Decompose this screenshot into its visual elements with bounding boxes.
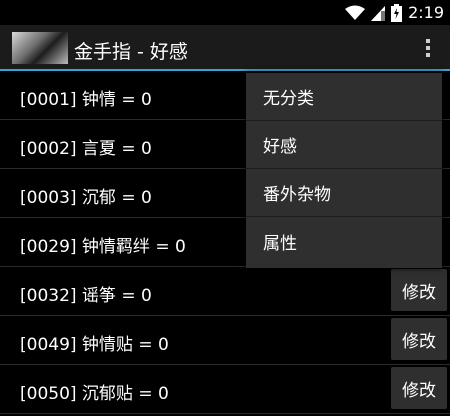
list-item[interactable]: [0032] 谣筝 = 0 修改 [0,267,450,316]
list-item[interactable]: [0049] 钟情贴 = 0 修改 [0,316,450,365]
menu-item-affection[interactable]: 好感 [246,121,442,169]
list-item-label: [0001] 钟情 = 0 [20,90,152,110]
overflow-menu-button[interactable] [418,34,438,62]
modify-button[interactable]: 修改 [391,318,447,360]
menu-item-extras[interactable]: 番外杂物 [246,169,442,217]
list-item-label: [0032] 谣筝 = 0 [20,286,152,306]
menu-item-attributes[interactable]: 属性 [246,217,442,265]
modify-button[interactable]: 修改 [391,367,447,409]
overflow-dot-icon [426,39,430,43]
category-popup-menu: 无分类 好感 番外杂物 属性 [246,73,442,268]
list-item-label: [0002] 言夏 = 0 [20,139,152,159]
page-title: 金手指 - 好感 [74,41,188,63]
status-icons: 2:19 [345,0,450,25]
list-item-label: [0049] 钟情贴 = 0 [20,335,169,355]
signal-icon [371,5,386,21]
wifi-icon [345,5,366,20]
overflow-dot-icon [426,53,430,57]
status-bar: 2:19 [0,0,450,25]
menu-item-uncategorized[interactable]: 无分类 [246,73,442,121]
list-item-label: [0029] 钟情羁绊 = 0 [20,237,186,257]
overflow-dot-icon [426,46,430,50]
list-item[interactable]: [0050] 沉郁贴 = 0 修改 [0,365,450,414]
status-time: 2:19 [408,3,444,22]
list-item-label: [0050] 沉郁贴 = 0 [20,384,169,404]
battery-charging-icon [391,3,403,22]
modify-button[interactable]: 修改 [391,269,447,311]
list-item-label: [0003] 沉郁 = 0 [20,188,152,208]
action-bar: 金手指 - 好感 [0,25,450,71]
app-icon[interactable] [12,32,68,64]
